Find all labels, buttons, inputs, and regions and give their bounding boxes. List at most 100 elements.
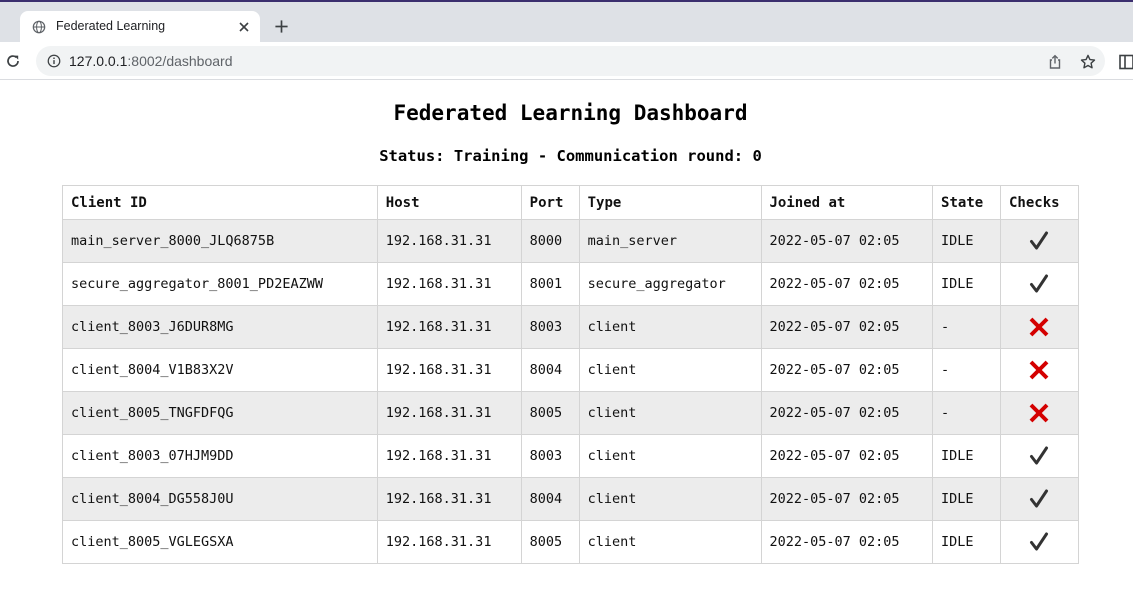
cell-joined-at: 2022-05-07 02:05 bbox=[760, 262, 934, 306]
info-icon[interactable] bbox=[47, 54, 61, 68]
cell-joined-at: 2022-05-07 02:05 bbox=[760, 434, 934, 478]
cross-icon bbox=[1030, 360, 1049, 380]
cell-check bbox=[999, 219, 1080, 263]
page-title: Federated Learning Dashboard bbox=[393, 101, 748, 125]
table-row: client_8004_DG558J0U 192.168.31.31 8004 cli… bbox=[62, 477, 1080, 521]
cell-joined-at: 2022-05-07 02:05 bbox=[760, 520, 934, 564]
cell-client-id: secure_aggregator_8001_PD2EAZWW bbox=[62, 262, 378, 306]
cell-host: 192.168.31.31 bbox=[376, 219, 522, 263]
clients-table: Client ID Host Port Type Joined at State… bbox=[62, 185, 1080, 564]
column-header-host: Host bbox=[376, 185, 522, 220]
url-host: 127.0.0.1 bbox=[69, 53, 128, 69]
star-icon[interactable] bbox=[1080, 54, 1096, 70]
cell-type: client bbox=[578, 305, 762, 349]
cell-port: 8003 bbox=[520, 305, 580, 349]
url-text[interactable]: 127.0.0.1:8002/dashboard bbox=[69, 53, 232, 69]
cell-type: client bbox=[578, 391, 762, 435]
cell-host: 192.168.31.31 bbox=[376, 262, 522, 306]
cell-joined-at: 2022-05-07 02:05 bbox=[760, 219, 934, 263]
dashboard-page: Federated Learning Dashboard Status: Tra… bbox=[0, 81, 1133, 616]
table-row: client_8003_J6DUR8MG 192.168.31.31 8003 cli… bbox=[62, 305, 1080, 349]
checkmark-icon bbox=[1030, 446, 1049, 465]
column-header-client-id: Client ID bbox=[62, 185, 378, 220]
cell-joined-at: 2022-05-07 02:05 bbox=[760, 348, 934, 392]
column-header-joined-at: Joined at bbox=[760, 185, 934, 220]
cell-check bbox=[999, 434, 1080, 478]
cell-state: - bbox=[932, 305, 1001, 349]
cell-port: 8005 bbox=[520, 391, 580, 435]
cell-joined-at: 2022-05-07 02:05 bbox=[760, 391, 934, 435]
cell-state: IDLE bbox=[932, 262, 1001, 306]
table-row: client_8003_07HJM9DD 192.168.31.31 8003 cli… bbox=[62, 434, 1080, 478]
cell-state: IDLE bbox=[932, 477, 1001, 521]
table-row: client_8005_VGLEGSXA 192.168.31.31 8005 cli… bbox=[62, 520, 1080, 564]
plus-icon[interactable] bbox=[274, 19, 289, 34]
checkmark-icon bbox=[1030, 274, 1049, 293]
cell-client-id: client_8005_TNGFDFQG bbox=[62, 391, 378, 435]
table-row: client_8004_V1B83X2V 192.168.31.31 8004 cli… bbox=[62, 348, 1080, 392]
cell-joined-at: 2022-05-07 02:05 bbox=[760, 305, 934, 349]
cell-type: client bbox=[578, 520, 762, 564]
browser-tab-strip: Federated Learning bbox=[0, 0, 1133, 44]
cell-state: IDLE bbox=[932, 520, 1001, 564]
checkmark-icon bbox=[1030, 532, 1049, 551]
cell-port: 8004 bbox=[520, 477, 580, 521]
cell-host: 192.168.31.31 bbox=[376, 391, 522, 435]
cross-icon bbox=[1030, 403, 1049, 423]
cell-joined-at: 2022-05-07 02:05 bbox=[760, 477, 934, 521]
cell-host: 192.168.31.31 bbox=[376, 305, 522, 349]
reload-icon[interactable] bbox=[5, 53, 21, 69]
cell-client-id: client_8003_J6DUR8MG bbox=[62, 305, 378, 349]
globe-icon bbox=[32, 20, 46, 34]
cell-type: secure_aggregator bbox=[578, 262, 762, 306]
column-header-port: Port bbox=[520, 185, 580, 220]
table-header-row: Client ID Host Port Type Joined at State… bbox=[62, 185, 1080, 220]
browser-toolbar: 127.0.0.1:8002/dashboard bbox=[0, 42, 1133, 80]
cell-host: 192.168.31.31 bbox=[376, 477, 522, 521]
cell-port: 8003 bbox=[520, 434, 580, 478]
table-row: secure_aggregator_8001_PD2EAZWW 192.168.3… bbox=[62, 262, 1080, 306]
cell-port: 8001 bbox=[520, 262, 580, 306]
cross-icon bbox=[1030, 317, 1049, 337]
cell-check bbox=[999, 262, 1080, 306]
cell-port: 8004 bbox=[520, 348, 580, 392]
share-icon[interactable] bbox=[1047, 54, 1063, 70]
tab-title: Federated Learning bbox=[56, 19, 166, 33]
cell-port: 8000 bbox=[520, 219, 580, 263]
cell-port: 8005 bbox=[520, 520, 580, 564]
cell-host: 192.168.31.31 bbox=[376, 434, 522, 478]
cell-client-id: main_server_8000_JLQ6875B bbox=[62, 219, 378, 263]
cell-check bbox=[999, 477, 1080, 521]
url-path: :8002/dashboard bbox=[127, 53, 233, 69]
cell-client-id: client_8004_DG558J0U bbox=[62, 477, 378, 521]
cell-check bbox=[999, 348, 1080, 392]
cell-check bbox=[999, 520, 1080, 564]
table-row: main_server_8000_JLQ6875B 192.168.31.31 80… bbox=[62, 219, 1080, 263]
cell-state: - bbox=[932, 348, 1001, 392]
cell-type: main_server bbox=[578, 219, 762, 263]
cell-type: client bbox=[578, 434, 762, 478]
side-panel-icon[interactable] bbox=[1119, 54, 1133, 70]
column-header-type: Type bbox=[578, 185, 762, 220]
clients-table-body: main_server_8000_JLQ6875B 192.168.31.31 80… bbox=[62, 219, 1080, 564]
column-header-checks: Checks bbox=[999, 185, 1080, 220]
cell-check bbox=[999, 305, 1080, 349]
cell-state: IDLE bbox=[932, 219, 1001, 263]
training-status: Status: Training - Communication round: … bbox=[379, 147, 762, 165]
cell-host: 192.168.31.31 bbox=[376, 520, 522, 564]
cell-host: 192.168.31.31 bbox=[376, 348, 522, 392]
address-bar[interactable]: 127.0.0.1:8002/dashboard bbox=[36, 46, 1105, 76]
cell-type: client bbox=[578, 348, 762, 392]
column-header-state: State bbox=[932, 185, 1001, 220]
checkmark-icon bbox=[1030, 489, 1049, 508]
close-icon[interactable] bbox=[238, 21, 250, 33]
cell-client-id: client_8003_07HJM9DD bbox=[62, 434, 378, 478]
cell-state: IDLE bbox=[932, 434, 1001, 478]
browser-tab[interactable]: Federated Learning bbox=[20, 11, 260, 44]
table-row: client_8005_TNGFDFQG 192.168.31.31 8005 cli… bbox=[62, 391, 1080, 435]
cell-client-id: client_8005_VGLEGSXA bbox=[62, 520, 378, 564]
cell-state: - bbox=[932, 391, 1001, 435]
checkmark-icon bbox=[1030, 231, 1049, 250]
cell-check bbox=[999, 391, 1080, 435]
cell-type: client bbox=[578, 477, 762, 521]
